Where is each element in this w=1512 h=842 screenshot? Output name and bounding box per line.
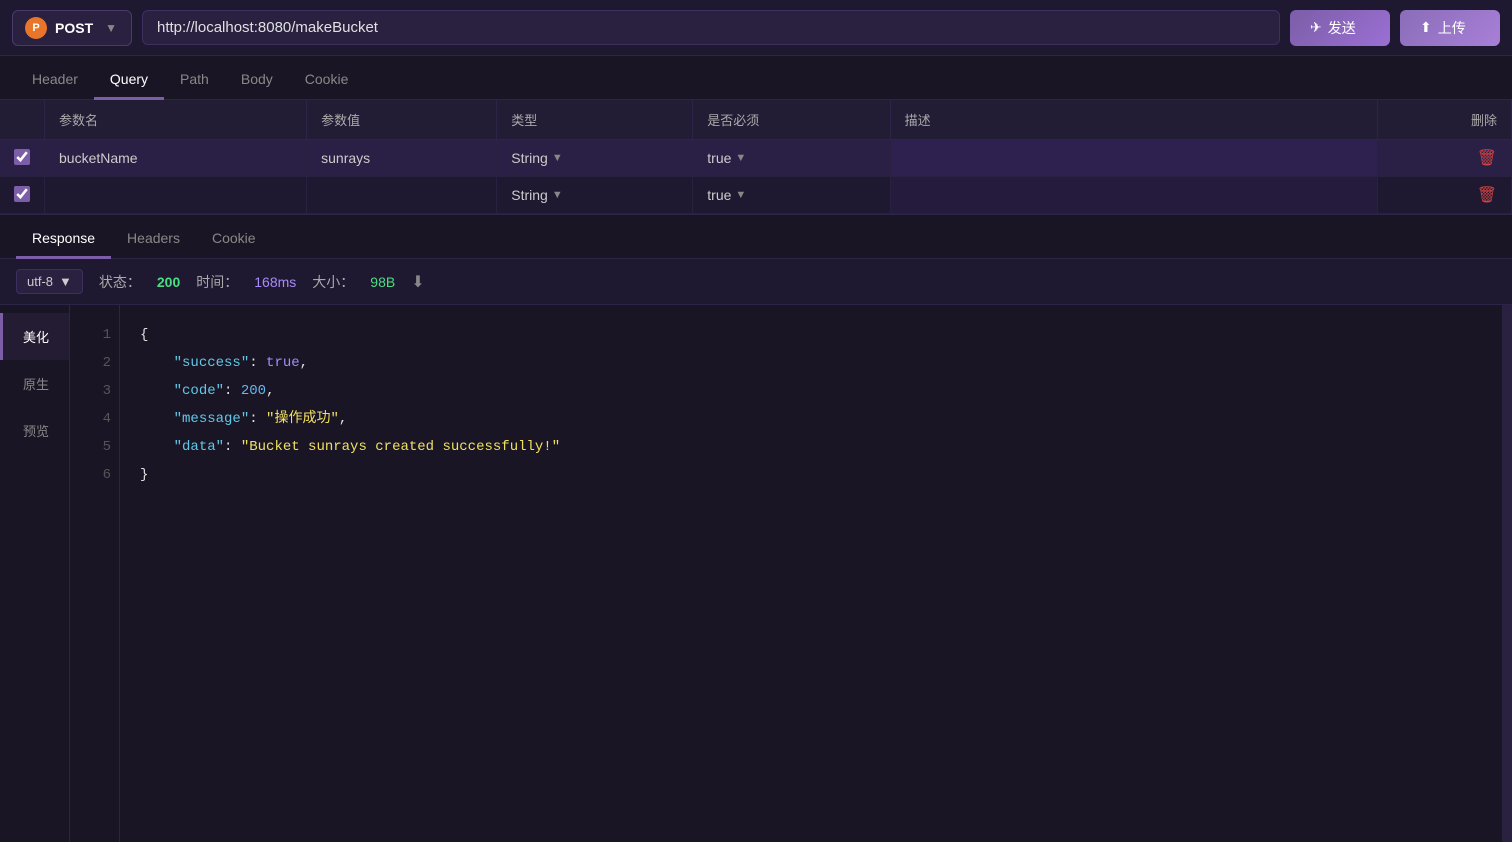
line-num-5: 5 xyxy=(78,433,111,461)
line-num-4: 4 xyxy=(78,405,111,433)
row1-required-arrow-icon: ▼ xyxy=(735,152,746,164)
table-row: String ▼ true ▼ 🗑 xyxy=(0,177,1512,214)
method-chevron-icon: ▼ xyxy=(105,21,117,35)
row1-type[interactable]: String ▼ xyxy=(497,140,693,177)
col-required: 是否必须 xyxy=(693,100,890,140)
send-button[interactable]: ✈ 发送 xyxy=(1290,10,1390,46)
size-value: 98B xyxy=(370,274,395,290)
row2-delete-button[interactable]: 🗑 xyxy=(1477,187,1497,204)
status-bar: utf-8 ▼ 状态： 200 时间： 168ms 大小： 98B ⬇ xyxy=(0,259,1512,305)
row1-type-value: String xyxy=(511,150,548,166)
size-label: 大小： xyxy=(312,272,354,292)
tab-query[interactable]: Query xyxy=(94,61,164,100)
tab-body[interactable]: Body xyxy=(225,61,289,100)
row2-param-value[interactable] xyxy=(307,177,497,214)
code-body: 1 2 3 4 5 6 { "success": true, "code": 2… xyxy=(70,305,1512,842)
row2-type-arrow-icon: ▼ xyxy=(552,189,563,201)
method-selector[interactable]: P POST ▼ xyxy=(12,10,132,46)
top-bar: P POST ▼ ✈ 发送 ⬆ 上传 xyxy=(0,0,1512,56)
row1-required[interactable]: true ▼ xyxy=(693,140,890,177)
url-input[interactable] xyxy=(142,10,1280,45)
code-area: 美化 原生 预览 1 2 3 4 5 6 { "success": true, … xyxy=(0,305,1512,842)
query-table: 参数名 参数值 类型 是否必须 描述 删除 bucketName sunrays xyxy=(0,100,1512,214)
status-code: 200 xyxy=(157,274,180,290)
row1-checkbox-cell xyxy=(0,140,45,177)
row2-required[interactable]: true ▼ xyxy=(693,177,890,214)
tab-path[interactable]: Path xyxy=(164,61,225,100)
encoding-selector[interactable]: utf-8 ▼ xyxy=(16,269,83,294)
code-content[interactable]: { "success": true, "code": 200, "message… xyxy=(120,305,1502,842)
response-tab-bar: Response Headers Cookie xyxy=(0,215,1512,259)
send-label: 发送 xyxy=(1328,18,1356,38)
view-sidebar: 美化 原生 预览 xyxy=(0,305,70,842)
request-tab-bar: Header Query Path Body Cookie xyxy=(0,56,1512,100)
col-checkbox xyxy=(0,100,45,140)
method-icon: P xyxy=(25,17,47,39)
upload-label: 上传 xyxy=(1438,18,1466,38)
row1-param-value[interactable]: sunrays xyxy=(307,140,497,177)
row1-description[interactable] xyxy=(890,140,1377,177)
row1-checkbox[interactable] xyxy=(14,149,30,165)
tab-response[interactable]: Response xyxy=(16,220,111,259)
line-num-2: 2 xyxy=(78,349,111,377)
col-param-value: 参数值 xyxy=(307,100,497,140)
row2-type-value: String xyxy=(511,187,548,203)
tab-cookie[interactable]: Cookie xyxy=(289,61,365,100)
col-delete: 删除 xyxy=(1377,100,1511,140)
line-num-6: 6 xyxy=(78,461,111,489)
encoding-chevron-icon: ▼ xyxy=(59,274,72,289)
time-label: 时间： xyxy=(196,272,238,292)
col-description: 描述 xyxy=(890,100,1377,140)
view-option-raw[interactable]: 原生 xyxy=(0,360,69,407)
view-option-beautify[interactable]: 美化 xyxy=(0,313,69,360)
row2-type[interactable]: String ▼ xyxy=(497,177,693,214)
scrollbar[interactable] xyxy=(1502,305,1512,842)
row1-required-value: true xyxy=(707,150,731,166)
query-table-section: 参数名 参数值 类型 是否必须 描述 删除 bucketName sunrays xyxy=(0,100,1512,215)
row2-required-value: true xyxy=(707,187,731,203)
table-row: bucketName sunrays String ▼ true ▼ xyxy=(0,140,1512,177)
download-icon[interactable]: ⬇ xyxy=(411,272,424,292)
row1-delete-button[interactable]: 🗑 xyxy=(1477,150,1497,167)
line-num-1: 1 xyxy=(78,321,111,349)
col-param-name: 参数名 xyxy=(45,100,307,140)
row2-description[interactable] xyxy=(890,177,1377,214)
view-option-preview[interactable]: 预览 xyxy=(0,407,69,454)
row1-param-name[interactable]: bucketName xyxy=(45,140,307,177)
upload-icon: ⬆ xyxy=(1420,19,1432,36)
row1-type-arrow-icon: ▼ xyxy=(552,152,563,164)
row2-checkbox[interactable] xyxy=(14,186,30,202)
method-label: POST xyxy=(55,20,93,36)
line-num-3: 3 xyxy=(78,377,111,405)
tab-response-headers[interactable]: Headers xyxy=(111,220,196,259)
row2-param-name[interactable] xyxy=(45,177,307,214)
tab-response-cookie[interactable]: Cookie xyxy=(196,220,272,259)
send-icon: ✈ xyxy=(1310,19,1322,36)
upload-button[interactable]: ⬆ 上传 xyxy=(1400,10,1500,46)
row2-delete-cell: 🗑 xyxy=(1377,177,1511,214)
line-numbers: 1 2 3 4 5 6 xyxy=(70,305,120,842)
response-section: Response Headers Cookie utf-8 ▼ 状态： 200 … xyxy=(0,215,1512,842)
tab-header[interactable]: Header xyxy=(16,61,94,100)
row1-delete-cell: 🗑 xyxy=(1377,140,1511,177)
row2-required-arrow-icon: ▼ xyxy=(735,189,746,201)
encoding-value: utf-8 xyxy=(27,274,53,289)
status-label: 状态： xyxy=(99,272,141,292)
time-value: 168ms xyxy=(254,274,296,290)
col-type: 类型 xyxy=(497,100,693,140)
row2-checkbox-cell xyxy=(0,177,45,214)
